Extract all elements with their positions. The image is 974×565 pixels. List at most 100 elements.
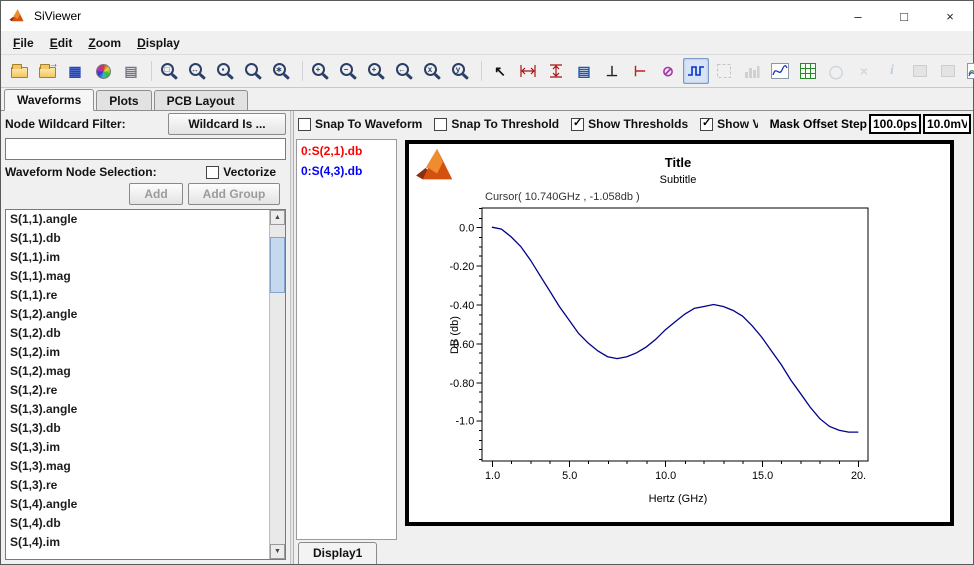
options-checkboxes: Snap To Waveform Snap To Threshold ✓ Show T… (298, 117, 758, 131)
show-waveforms-button[interactable] (683, 58, 709, 84)
threshold-icon: ⊥ (605, 63, 619, 79)
checkbox-box: ✓ (571, 117, 585, 131)
threshold-button[interactable]: ⊥ (599, 58, 625, 84)
waveform-list-item[interactable]: 0:S(4,3).db (297, 160, 396, 180)
zoom-y-axis-icon: y (451, 63, 465, 76)
zoom-in-button[interactable]: + (308, 58, 334, 84)
zoom-previous-icon: ← (395, 63, 409, 76)
zoom-previous-button[interactable]: ← (392, 58, 418, 84)
mask-offset-voltage-input[interactable] (923, 114, 971, 134)
node-list-item[interactable]: S(1,4).im (6, 533, 269, 552)
node-list-item[interactable]: S(1,3).re (6, 476, 269, 495)
horizontal-cursors-button[interactable] (515, 58, 541, 84)
close-button[interactable]: × (927, 1, 973, 31)
zoom-in-x-button[interactable]: + (364, 58, 390, 84)
zoom-out-button[interactable]: − (336, 58, 362, 84)
node-list-item[interactable]: S(1,2).db (6, 324, 269, 343)
tab-plots[interactable]: Plots (96, 90, 152, 110)
maximize-button[interactable]: □ (881, 1, 927, 31)
vertical-cursors-button[interactable] (543, 58, 569, 84)
node-list-item[interactable]: S(1,2).angle (6, 305, 269, 324)
zoom-xy-button[interactable]: ∗ (269, 58, 295, 84)
mask-offset-step-label: Mask Offset Step (769, 117, 867, 131)
wildcard-filter-input[interactable] (5, 138, 286, 160)
zoom-y-axis-button[interactable]: y (448, 58, 474, 84)
node-list-scrollbar[interactable]: ▲ ▼ (269, 210, 285, 559)
close-display-button: × (851, 58, 877, 84)
node-list-item[interactable]: S(1,3).angle (6, 400, 269, 419)
add-marker-button[interactable]: ⊢ (627, 58, 653, 84)
display-tab-display1[interactable]: Display1 (298, 542, 378, 564)
vectorize-checkbox[interactable]: Vectorize (206, 165, 276, 179)
tab-waveforms[interactable]: Waveforms (4, 89, 95, 111)
open-file-button[interactable] (6, 58, 32, 84)
node-list-item[interactable]: S(1,1).angle (6, 210, 269, 229)
waveform-node-selection-label: Waveform Node Selection: (5, 165, 157, 179)
import-data-button[interactable] (34, 58, 60, 84)
mask-offset-time-input[interactable] (869, 114, 921, 134)
waveform-list-item[interactable]: 0:S(2,1).db (297, 140, 396, 160)
export-plot-icon (967, 63, 974, 79)
node-list-item[interactable]: S(1,3).mag (6, 457, 269, 476)
show-thresholds-checkbox[interactable]: ✓ Show Thresholds (571, 117, 688, 131)
toolbar-separator (476, 61, 482, 81)
toolbar: ▦▤□↔▪∗+−+←xy↖▤⊥⊢⊘◯×i◆ (1, 55, 974, 88)
zoom-cursor-button[interactable] (241, 58, 267, 84)
minimize-button[interactable]: – (835, 1, 881, 31)
show-viol-checkbox[interactable]: ✓Show Viol (700, 117, 758, 131)
menu-display[interactable]: Display (129, 33, 188, 53)
zoom-page-button[interactable]: □ (157, 58, 183, 84)
menu-file[interactable]: File (5, 33, 42, 53)
checkbox-label: Show Viol (717, 117, 758, 131)
node-list-item[interactable]: S(1,1).db (6, 229, 269, 248)
zoom-x-axis-button[interactable]: x (420, 58, 446, 84)
menu-zoom[interactable]: Zoom (80, 33, 129, 53)
node-list-item[interactable]: S(1,2).re (6, 381, 269, 400)
overlay-mode-button (711, 58, 737, 84)
node-wildcard-filter-label: Node Wildcard Filter: (5, 117, 126, 131)
node-list-item[interactable]: S(1,1).re (6, 286, 269, 305)
grid-display-button[interactable] (795, 58, 821, 84)
node-list-item[interactable]: S(1,2).im (6, 343, 269, 362)
plot-manager-button[interactable]: ▦ (62, 58, 88, 84)
node-list-item[interactable]: S(1,1).mag (6, 267, 269, 286)
print-button[interactable]: ▤ (118, 58, 144, 84)
plot-area: 1.0 5.0 10.0 15.0 20. 0.0 -0.20 -0.40 -0.60 -0.80… (397, 137, 973, 540)
node-list-item[interactable]: S(1,3).im (6, 438, 269, 457)
cursor-readout: Cursor( 10.740GHz , -1.058db ) (485, 191, 640, 203)
waveform-plot-button[interactable] (767, 58, 793, 84)
scrollbar-track[interactable] (270, 225, 285, 544)
tab-pcb-layout[interactable]: PCB Layout (153, 90, 248, 110)
wildcard-is-button[interactable]: Wildcard Is ... (168, 113, 286, 135)
snap-to-waveform-checkbox[interactable]: Snap To Waveform (298, 117, 422, 131)
vertical-cursors-icon (549, 63, 563, 79)
add-button: Add (129, 183, 183, 205)
color-map-button[interactable] (90, 58, 116, 84)
node-list-item[interactable]: S(1,1).im (6, 248, 269, 267)
node-list-item[interactable]: S(1,3).db (6, 419, 269, 438)
svg-text:-0.40: -0.40 (450, 300, 475, 312)
snap-to-threshold-checkbox[interactable]: Snap To Threshold (434, 117, 559, 131)
menu-edit[interactable]: Edit (42, 33, 81, 53)
clear-markers-button[interactable]: ⊘ (655, 58, 681, 84)
svg-text:1.0: 1.0 (485, 470, 500, 482)
export-plot-button[interactable] (963, 58, 974, 84)
plot-subtitle: Subtitle (659, 174, 697, 186)
svg-text:15.0: 15.0 (752, 470, 773, 482)
scroll-down-button[interactable]: ▼ (270, 544, 285, 559)
node-list-item[interactable]: S(1,4).angle (6, 495, 269, 514)
toolbar-separator (297, 61, 303, 81)
node-list-item[interactable]: S(1,4).db (6, 514, 269, 533)
scroll-up-button[interactable]: ▲ (270, 210, 285, 225)
show-waveforms-icon (687, 63, 705, 79)
zoom-window-button[interactable]: ▪ (213, 58, 239, 84)
node-list-item[interactable]: S(1,2).mag (6, 362, 269, 381)
pan-button[interactable]: ↖ (487, 58, 513, 84)
eye-diagram-icon: ◯ (828, 63, 844, 79)
copy-display-icon (940, 63, 956, 79)
zoom-window-icon: ▪ (216, 63, 230, 76)
measurement-report-button[interactable]: ▤ (571, 58, 597, 84)
open-file-icon (10, 64, 28, 78)
scrollbar-thumb[interactable] (270, 237, 285, 293)
zoom-fit-button[interactable]: ↔ (185, 58, 211, 84)
